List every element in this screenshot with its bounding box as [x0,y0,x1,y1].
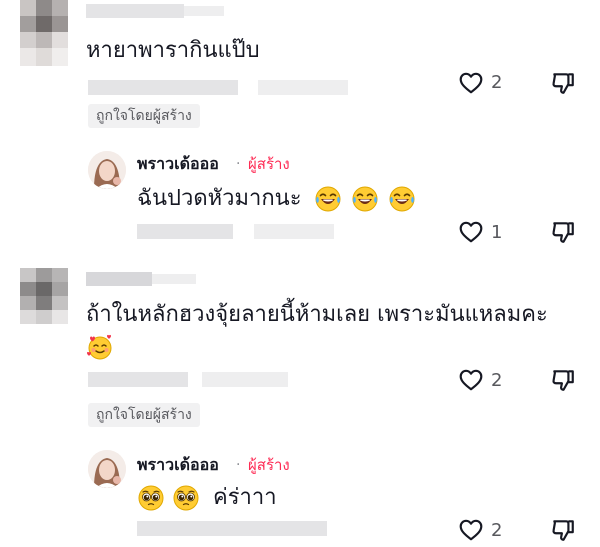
thumbs-down-icon[interactable] [550,70,576,96]
avatar[interactable] [88,151,126,189]
heart-outline-icon[interactable] [458,517,484,543]
reply-button-redacted[interactable] [254,224,334,239]
tears-of-joy-emoji [388,185,416,213]
username-redacted[interactable] [86,4,184,18]
tears-of-joy-emoji [351,185,379,213]
thumbs-down-icon[interactable] [550,517,576,543]
heart-outline-icon[interactable] [458,367,484,393]
username-redacted[interactable] [86,272,152,286]
comment-text: ถ้าในหลักฮวงจุ้ยลายนี้ห้ามเลย เพราะมันแห… [86,302,548,327]
comment-text: หายาพารากินแป๊บ [86,38,260,63]
like-count: 1 [491,222,503,243]
creator-label: ผู้สร้าง [248,456,290,474]
thumbs-down-icon[interactable] [550,219,576,245]
like-count: 2 [491,520,503,541]
separator-dot: · [236,457,241,473]
avatar[interactable] [88,450,126,488]
avatar[interactable] [20,0,68,66]
reply-button-redacted[interactable] [258,80,348,95]
reply-date-redacted [137,521,327,536]
author-name[interactable]: พราวเด้อออ [137,455,219,475]
tears-of-joy-emoji [314,185,342,213]
thumbs-down-icon[interactable] [550,367,576,393]
reply-text: ฉันปวดหัวมากนะ [137,186,302,211]
reply-date-redacted [137,224,233,239]
separator-dot: · [236,156,241,172]
like-count: 2 [491,72,503,93]
comment-date-redacted [88,372,188,387]
username-redacted [152,274,196,284]
author-name[interactable]: พราวเด้อออ [137,154,219,174]
username-redacted [184,6,224,16]
smiling-face-with-hearts-emoji [86,333,114,361]
comment-date-redacted [88,80,238,95]
reply-button-redacted[interactable] [202,372,288,387]
heart-outline-icon[interactable] [458,219,484,245]
liked-by-creator-badge: ถูกใจโดยผู้สร้าง [88,104,200,128]
pleading-face-emoji [172,484,200,512]
like-count: 2 [491,370,503,391]
heart-outline-icon[interactable] [458,70,484,96]
avatar[interactable] [20,268,68,324]
creator-label: ผู้สร้าง [248,155,290,173]
pleading-face-emoji [137,484,165,512]
liked-by-creator-badge: ถูกใจโดยผู้สร้าง [88,403,200,427]
reply-text: ค่ร่าาา [213,485,277,510]
